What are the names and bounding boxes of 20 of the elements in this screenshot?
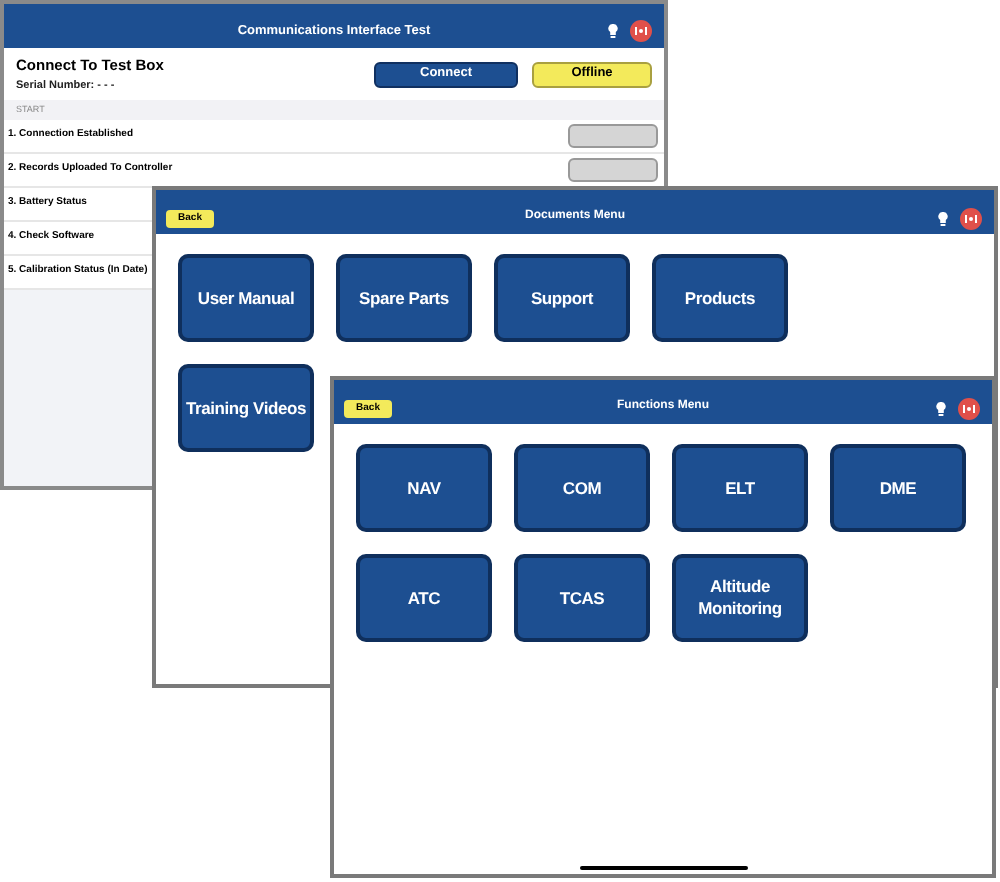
menu-tile[interactable]: Support bbox=[494, 254, 630, 342]
broadcast-icon[interactable] bbox=[960, 208, 982, 230]
bulb-icon[interactable] bbox=[608, 24, 618, 38]
menu-tile[interactable]: Spare Parts bbox=[336, 254, 472, 342]
menu-tile[interactable]: User Manual bbox=[178, 254, 314, 342]
bulb-icon[interactable] bbox=[936, 402, 946, 416]
menu-tile[interactable]: NAV bbox=[356, 444, 492, 532]
menu-tile[interactable]: Products bbox=[652, 254, 788, 342]
menu-tile[interactable]: ATC bbox=[356, 554, 492, 642]
bulb-icon[interactable] bbox=[938, 212, 948, 226]
status-indicator bbox=[568, 124, 658, 148]
broadcast-icon[interactable] bbox=[958, 398, 980, 420]
menu-tile[interactable]: COM bbox=[514, 444, 650, 532]
menu-tile[interactable]: ELT bbox=[672, 444, 808, 532]
menu-tile[interactable]: Training Videos bbox=[178, 364, 314, 452]
broadcast-icon[interactable] bbox=[630, 20, 652, 42]
menu-tile[interactable]: TCAS bbox=[514, 554, 650, 642]
menu-tile[interactable]: Altitude Monitoring bbox=[672, 554, 808, 642]
menu-tile[interactable]: DME bbox=[830, 444, 966, 532]
status-indicator bbox=[568, 158, 658, 182]
